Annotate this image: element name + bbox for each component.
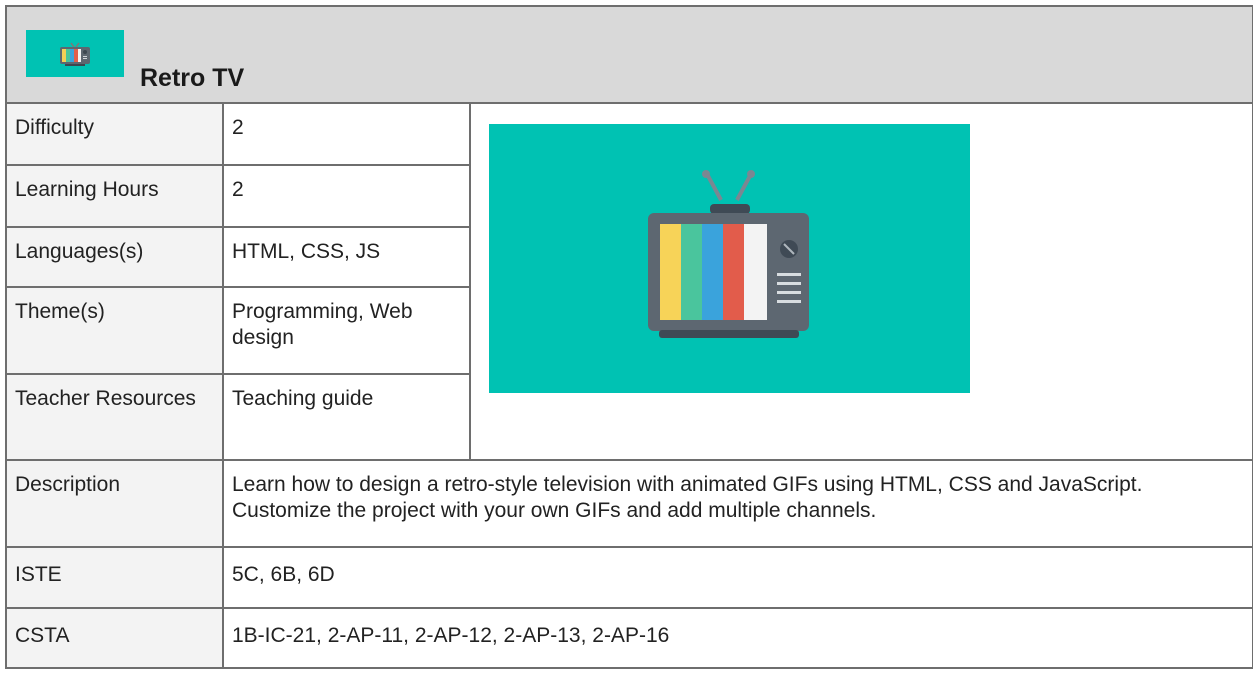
label-languages: Languages(s) xyxy=(5,226,224,288)
value-languages: HTML, CSS, JS xyxy=(222,226,471,288)
label-description: Description xyxy=(5,459,224,548)
value-difficulty: 2 xyxy=(222,102,471,166)
card-header: Retro TV xyxy=(4,5,1253,104)
project-title: Retro TV xyxy=(140,64,245,92)
value-themes: Programming, Web design xyxy=(222,286,471,375)
value-description: Learn how to design a retro-style televi… xyxy=(221,459,1253,548)
label-teacher-resources: Teacher Resources xyxy=(5,373,224,461)
value-iste: 5C, 6B, 6D xyxy=(221,546,1253,609)
project-card: Retro TV Difficulty 2 Learning Hours 2 L… xyxy=(4,5,1253,669)
value-csta: 1B-IC-21, 2-AP-11, 2-AP-12, 2-AP-13, 2-A… xyxy=(221,607,1253,669)
hero-image xyxy=(489,124,970,393)
project-thumbnail xyxy=(26,30,124,77)
retro-tv-icon xyxy=(60,42,90,66)
label-difficulty: Difficulty xyxy=(5,102,224,166)
retro-tv-icon xyxy=(648,170,809,338)
hero-image-cell xyxy=(468,102,1253,461)
value-learning-hours: 2 xyxy=(222,164,471,228)
label-learning-hours: Learning Hours xyxy=(5,164,224,228)
label-iste: ISTE xyxy=(5,546,224,609)
value-teacher-resources: Teaching guide xyxy=(222,373,471,461)
label-csta: CSTA xyxy=(5,607,224,669)
label-themes: Theme(s) xyxy=(5,286,224,375)
